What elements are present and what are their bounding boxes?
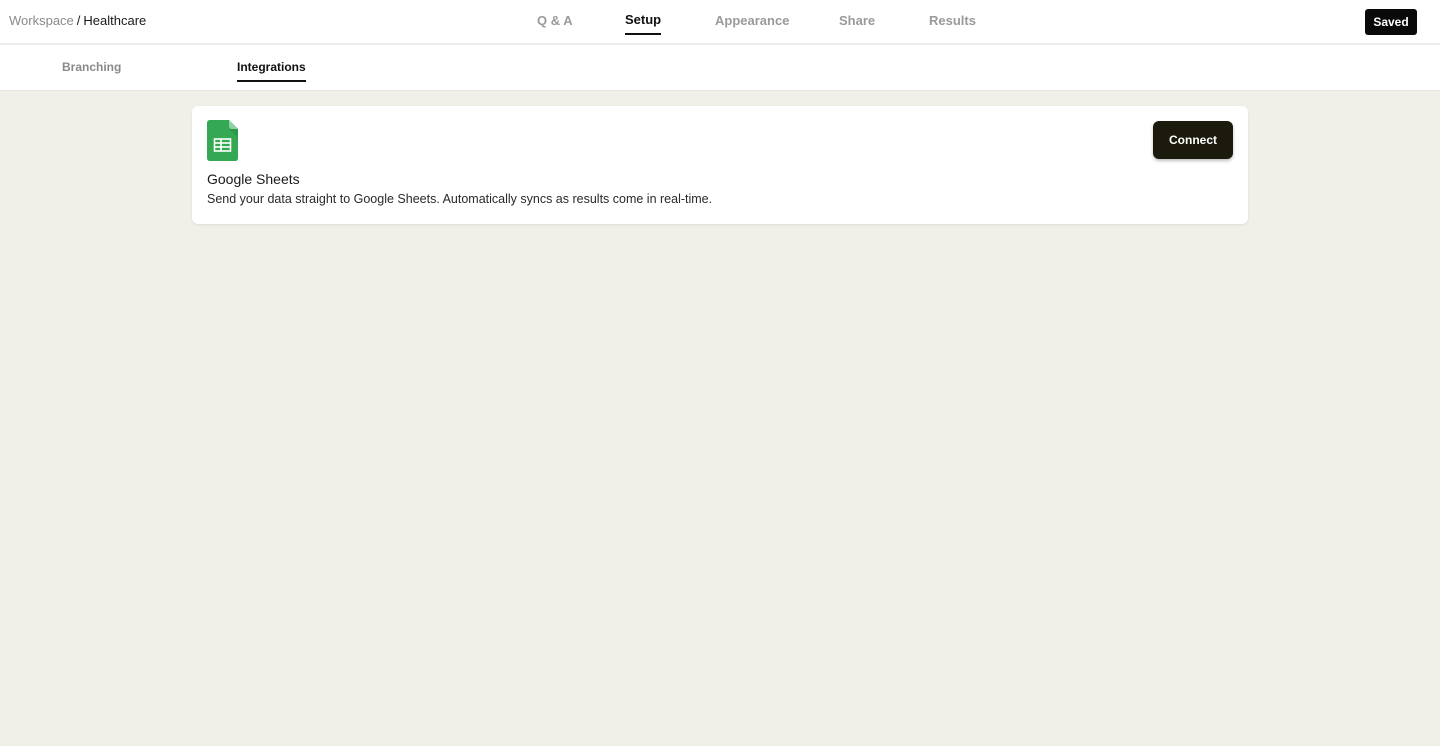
subtab-branching[interactable]: Branching	[62, 60, 121, 75]
top-nav-bar: Workspace / Healthcare Q & A Setup Appeara…	[0, 0, 1440, 44]
tab-share[interactable]: Share	[839, 13, 875, 29]
connect-button[interactable]: Connect	[1153, 121, 1233, 159]
tab-qa[interactable]: Q & A	[537, 13, 573, 29]
sub-tabs-bar: Branching Integrations	[0, 45, 1440, 91]
tab-setup[interactable]: Setup	[625, 12, 662, 35]
main-tabs: Q & A Setup Appearance Share Results	[0, 0, 1440, 44]
saved-button[interactable]: Saved	[1365, 9, 1417, 35]
subtab-integrations[interactable]: Integrations	[237, 60, 306, 82]
integration-card-google-sheets: Google Sheets Send your data straight to…	[192, 106, 1248, 224]
integration-title: Google Sheets	[207, 171, 300, 187]
tab-results[interactable]: Results	[929, 13, 976, 29]
tab-appearance[interactable]: Appearance	[715, 13, 789, 29]
integration-description: Send your data straight to Google Sheets…	[207, 192, 713, 206]
google-sheets-icon	[207, 120, 238, 161]
